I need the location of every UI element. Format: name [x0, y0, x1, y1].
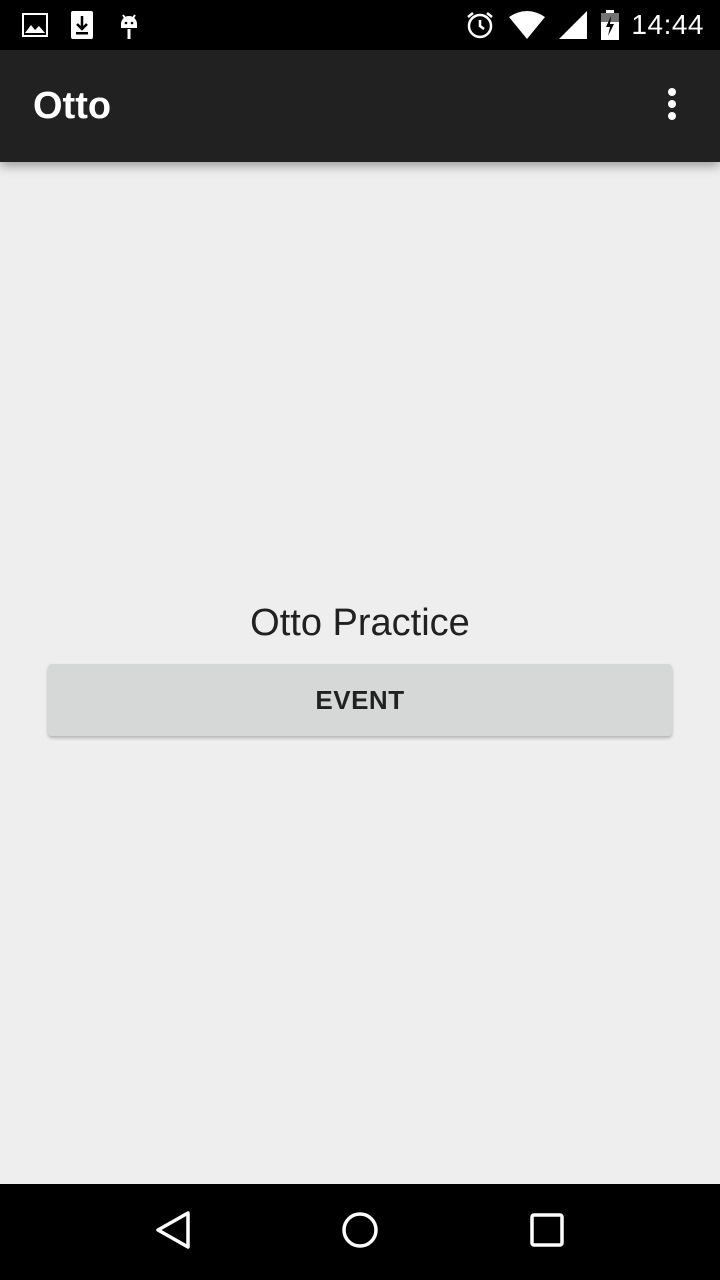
battery-icon — [601, 10, 620, 40]
image-icon — [22, 13, 48, 37]
status-time: 14:44 — [631, 9, 704, 40]
app-title: Otto — [33, 84, 112, 127]
more-vert-icon — [667, 87, 677, 126]
recents-icon — [529, 1212, 564, 1252]
status-bar: 14:44 — [0, 0, 720, 50]
back-icon — [155, 1210, 191, 1255]
download-icon — [70, 10, 94, 40]
status-bar-notifications — [22, 0, 164, 50]
signal-icon — [559, 11, 588, 39]
navigation-bar — [0, 1184, 720, 1280]
wifi-icon — [509, 11, 546, 39]
overflow-menu-button[interactable] — [648, 74, 696, 138]
screen: 14:44 Otto Otto Practice EVENT — [0, 0, 720, 1280]
event-button[interactable]: EVENT — [48, 664, 672, 736]
android-icon — [116, 10, 142, 40]
app-bar: Otto — [0, 50, 720, 162]
main-content: Otto Practice EVENT — [0, 162, 720, 1184]
home-button[interactable] — [320, 1192, 400, 1272]
recents-button[interactable] — [507, 1192, 587, 1272]
status-bar-system: 14:44 — [451, 0, 704, 50]
practice-heading: Otto Practice — [250, 602, 470, 644]
back-button[interactable] — [133, 1192, 213, 1272]
home-icon — [341, 1211, 379, 1254]
alarm-icon — [465, 10, 495, 40]
